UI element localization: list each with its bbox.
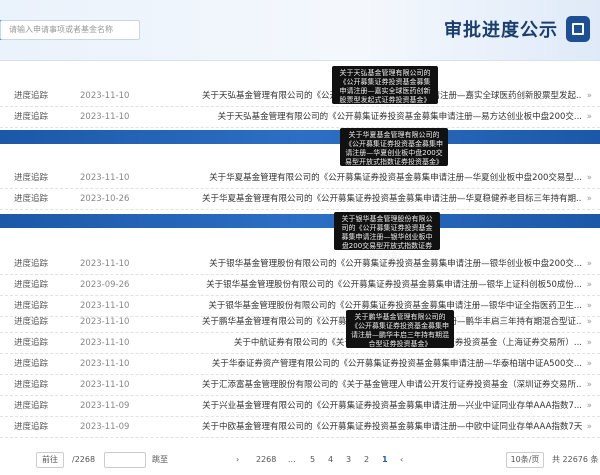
bullet-icon: »	[586, 194, 592, 204]
bullet-icon: »	[586, 338, 592, 348]
row-date: 2023-11-10	[80, 359, 130, 369]
table-row[interactable]: 进度追踪 2023-11-10 关于华泰证券资产管理有限公司的《公开募集证券投资…	[0, 354, 600, 375]
row-title[interactable]: 关于兴业基金管理有限公司的《公开募集证券投资基金募集申请注册—兴业中证同业存单A…	[202, 396, 582, 417]
table-row[interactable]: 进度追踪 2023-11-10 关于中航证券有限公司的《关于基金管理人申请公开发…	[0, 333, 600, 354]
table-row[interactable]: 进度追踪 2023-11-10 关于鹏华基金管理有限公司的《公开募集证券投资基金…	[0, 312, 600, 333]
prev-page-button[interactable]: ‹	[400, 452, 403, 468]
row-tooltip: 关于鹏华基金管理有限公司的《公开募集证券投资基金募集申请注册—鹏华丰启三年持有期…	[346, 310, 454, 348]
page-5[interactable]: 5	[310, 452, 315, 468]
row-tooltip: 关于华夏基金管理有限公司的《公开募集证券投资基金募集申请注册—华夏创业板中盘20…	[340, 128, 448, 166]
row-date: 2023-11-10	[80, 338, 130, 348]
table-row[interactable]: 进度追踪 2023-10-26 关于华夏基金管理有限公司的《公开募集证券投资基金…	[0, 189, 600, 210]
result-list-2: 进度追踪 2023-11-10 关于华夏基金管理有限公司的《公开募集证券投资基金…	[0, 168, 600, 210]
bullet-icon: »	[586, 280, 592, 290]
row-title[interactable]: 关于天弘基金管理有限公司的《公开募集证券投资基金募集申请注册—易方达创业板中盘2…	[218, 107, 582, 128]
row-title[interactable]: 关于汇添富基金管理股份有限公司的《关于基金管理人申请公开发行证券投资基金（深圳证…	[202, 375, 582, 396]
row-title[interactable]: 关于华泰证券资产管理有限公司的《公开募集证券投资基金募集申请注册—华泰柏瑞中证A…	[212, 354, 582, 375]
result-list-4: 进度追踪 2023-11-10 关于鹏华基金管理有限公司的《公开募集证券投资基金…	[0, 312, 600, 438]
row-date: 2023-11-09	[80, 422, 130, 432]
progress-link[interactable]: 进度追踪	[14, 168, 48, 189]
total-count: 共 22676 条	[552, 455, 599, 464]
table-row[interactable]: 进度追踪 2023-09-26 关于银华基金管理股份有限公司的《公开募集证券投资…	[0, 275, 600, 296]
goto-label: 跳至	[152, 455, 168, 464]
progress-link[interactable]: 进度追踪	[14, 254, 48, 275]
progress-link[interactable]: 进度追踪	[14, 333, 48, 354]
bullet-icon: »	[586, 112, 592, 122]
result-list-3: 进度追踪 2023-11-10 关于银华基金管理股份有限公司的《公开募集证券投资…	[0, 254, 600, 317]
bullet-icon: »	[586, 173, 592, 183]
table-row[interactable]: 进度追踪 2023-11-10 关于汇添富基金管理股份有限公司的《关于基金管理人…	[0, 375, 600, 396]
row-date: 2023-11-10	[80, 91, 130, 101]
page-header: 请输入申请事项或者基金名称 审批进度公示	[0, 0, 600, 61]
pagination: 前往 /2268 跳至 2268 ... 5 4 3 2 1 ‹ › 10条/页…	[0, 448, 600, 472]
row-date: 2023-11-10	[80, 173, 130, 183]
progress-link[interactable]: 进度追踪	[14, 417, 48, 438]
progress-link[interactable]: 进度追踪	[14, 86, 48, 107]
page-3[interactable]: 3	[346, 452, 351, 468]
page-ellipsis[interactable]: ...	[288, 452, 296, 468]
table-row[interactable]: 进度追踪 2023-11-09 关于兴业基金管理有限公司的《公开募集证券投资基金…	[0, 396, 600, 417]
bullet-icon: »	[586, 317, 592, 327]
row-date: 2023-10-26	[80, 194, 130, 204]
page-4[interactable]: 4	[328, 452, 333, 468]
table-row[interactable]: 进度追踪 2023-11-10 关于天弘基金管理有限公司的《公开募集证券投资基金…	[0, 107, 600, 128]
section-divider	[0, 130, 600, 144]
search-input[interactable]: 请输入申请事项或者基金名称	[0, 20, 140, 40]
bullet-icon: »	[586, 401, 592, 411]
row-title[interactable]: 关于华夏基金管理有限公司的《公开募集证券投资基金募集申请注册—华夏稳健养老目标三…	[202, 189, 582, 210]
table-row[interactable]: 进度追踪 2023-11-10 关于华夏基金管理有限公司的《公开募集证券投资基金…	[0, 168, 600, 189]
result-list-1: 进度追踪 2023-11-10 关于天弘基金管理有限公司的《公开募集证券投资基金…	[0, 86, 600, 128]
row-title[interactable]: 关于华夏基金管理有限公司的《公开募集证券投资基金募集申请注册—华夏创业板中盘20…	[209, 168, 582, 189]
page-1[interactable]: 1	[382, 452, 388, 468]
progress-link[interactable]: 进度追踪	[14, 375, 48, 396]
jump-button[interactable]: 前往	[36, 452, 64, 468]
last-page[interactable]: 2268	[256, 452, 276, 468]
progress-link[interactable]: 进度追踪	[14, 275, 48, 296]
table-row[interactable]: 进度追踪 2023-11-10 关于天弘基金管理有限公司的《公开募集证券投资基金…	[0, 86, 600, 107]
row-tooltip: 关于银华基金管理股份有限公司的《公开募集证券投资基金募集申请注册—银华创业板中盘…	[334, 212, 440, 259]
progress-link[interactable]: 进度追踪	[14, 107, 48, 128]
document-icon	[566, 16, 590, 42]
page-count-label: /2268	[72, 455, 96, 464]
page-size-select[interactable]: 10条/页	[506, 452, 544, 468]
next-page-button[interactable]: ›	[236, 452, 239, 468]
row-date: 2023-11-09	[80, 401, 130, 411]
row-tooltip: 关于天弘基金管理有限公司的《公开募集证券投资基金募集申请注册—嘉实全球医药创新股…	[332, 66, 438, 104]
page-jump-input[interactable]	[104, 452, 146, 468]
page-title: 审批进度公示	[444, 20, 558, 41]
progress-link[interactable]: 进度追踪	[14, 189, 48, 210]
page-2[interactable]: 2	[364, 452, 369, 468]
table-row[interactable]: 进度追踪 2023-11-09 关于中欧基金管理有限公司的《公开募集证券投资基金…	[0, 417, 600, 438]
progress-link[interactable]: 进度追踪	[14, 396, 48, 417]
progress-link[interactable]: 进度追踪	[14, 312, 48, 333]
bullet-icon: »	[586, 422, 592, 432]
row-title[interactable]: 关于银华基金管理股份有限公司的《公开募集证券投资基金募集申请注册—银华上证科创板…	[206, 275, 582, 296]
row-date: 2023-11-10	[80, 380, 130, 390]
row-date: 2023-11-10	[80, 112, 130, 122]
bullet-icon: »	[586, 91, 592, 101]
row-date: 2023-11-10	[80, 259, 130, 269]
section-divider	[0, 214, 600, 228]
row-date: 2023-11-10	[80, 317, 130, 327]
bullet-icon: »	[586, 380, 592, 390]
row-date: 2023-09-26	[80, 280, 130, 290]
row-title[interactable]: 关于中欧基金管理有限公司的《公开募集证券投资基金募集申请注册—中欧中证同业存单A…	[202, 417, 582, 438]
table-row[interactable]: 进度追踪 2023-11-10 关于银华基金管理股份有限公司的《公开募集证券投资…	[0, 254, 600, 275]
bullet-icon: »	[586, 259, 592, 269]
bullet-icon: »	[586, 359, 592, 369]
progress-link[interactable]: 进度追踪	[14, 354, 48, 375]
